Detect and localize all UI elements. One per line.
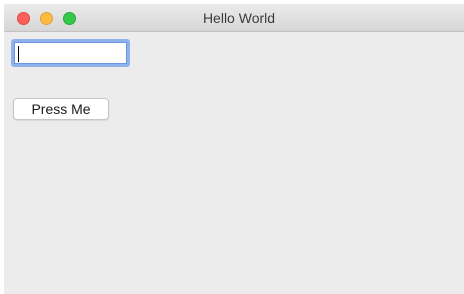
title-bar[interactable]: Hello World bbox=[4, 4, 464, 32]
app-window: Hello World Press Me bbox=[4, 4, 464, 294]
text-caret bbox=[18, 46, 19, 63]
text-input[interactable] bbox=[11, 39, 130, 67]
window-title: Hello World bbox=[202, 10, 276, 26]
press-me-button[interactable]: Press Me bbox=[13, 98, 109, 120]
